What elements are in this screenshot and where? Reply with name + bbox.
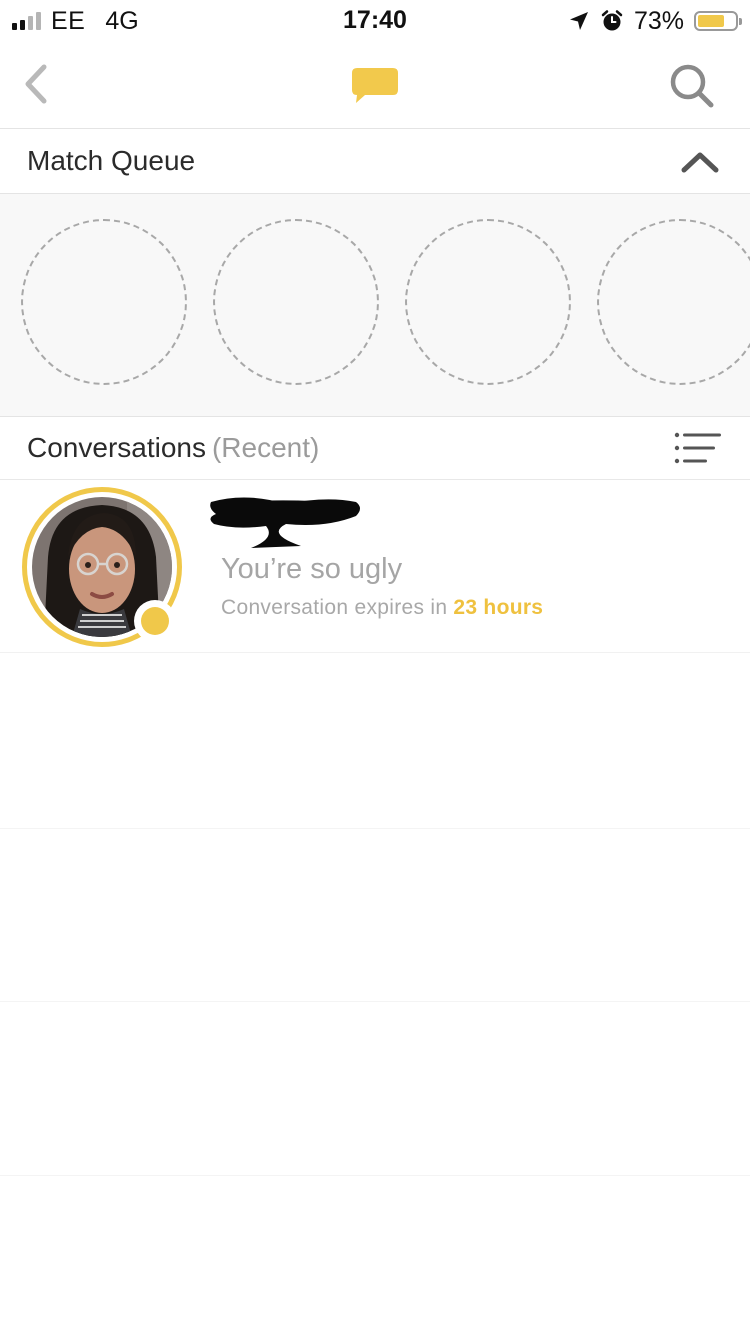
- online-status-dot: [141, 607, 169, 635]
- chat-bubble-icon[interactable]: [350, 66, 400, 106]
- match-queue-empty-slot[interactable]: [213, 219, 379, 385]
- alarm-clock-icon: [601, 10, 623, 31]
- match-queue-empty-slot[interactable]: [21, 219, 187, 385]
- filter-list-icon[interactable]: [674, 432, 722, 464]
- top-navigation-bar: [0, 42, 750, 129]
- list-divider: [0, 1175, 750, 1176]
- match-queue-strip[interactable]: [0, 194, 750, 417]
- back-chevron-icon[interactable]: [18, 62, 58, 106]
- battery-icon: [694, 11, 742, 31]
- conversations-title-group: Conversations (Recent): [27, 432, 319, 464]
- last-message-preview: You’re so ugly: [221, 553, 403, 585]
- conversation-expiry: Conversation expires in 23 hours: [221, 596, 543, 620]
- list-divider: [0, 1001, 750, 1002]
- conversations-header: Conversations (Recent): [0, 417, 750, 480]
- expiry-time: 23 hours: [453, 596, 544, 619]
- match-queue-header[interactable]: Match Queue: [0, 129, 750, 194]
- status-bar: EE 4G 17:40 73%: [0, 0, 750, 42]
- conversations-subtitle: (Recent): [211, 432, 320, 463]
- chevron-up-icon[interactable]: [680, 147, 720, 175]
- match-queue-empty-slot[interactable]: [597, 219, 750, 385]
- status-bar-right: 73%: [568, 6, 742, 36]
- match-queue-title: Match Queue: [27, 145, 196, 176]
- conversations-title: Conversations: [27, 432, 206, 463]
- redacted-name: [210, 497, 360, 548]
- battery-percent: 73%: [633, 6, 684, 35]
- conversation-list-item[interactable]: You’re so ugly Conversation expires in 23…: [0, 480, 750, 653]
- battery-level-fill: [698, 15, 725, 27]
- match-queue-empty-slot[interactable]: [405, 219, 571, 385]
- online-status-indicator: [134, 600, 176, 642]
- search-icon[interactable]: [668, 62, 716, 110]
- list-divider: [0, 828, 750, 829]
- expiry-label: Conversation expires in: [221, 596, 448, 619]
- location-arrow-icon: [569, 12, 588, 30]
